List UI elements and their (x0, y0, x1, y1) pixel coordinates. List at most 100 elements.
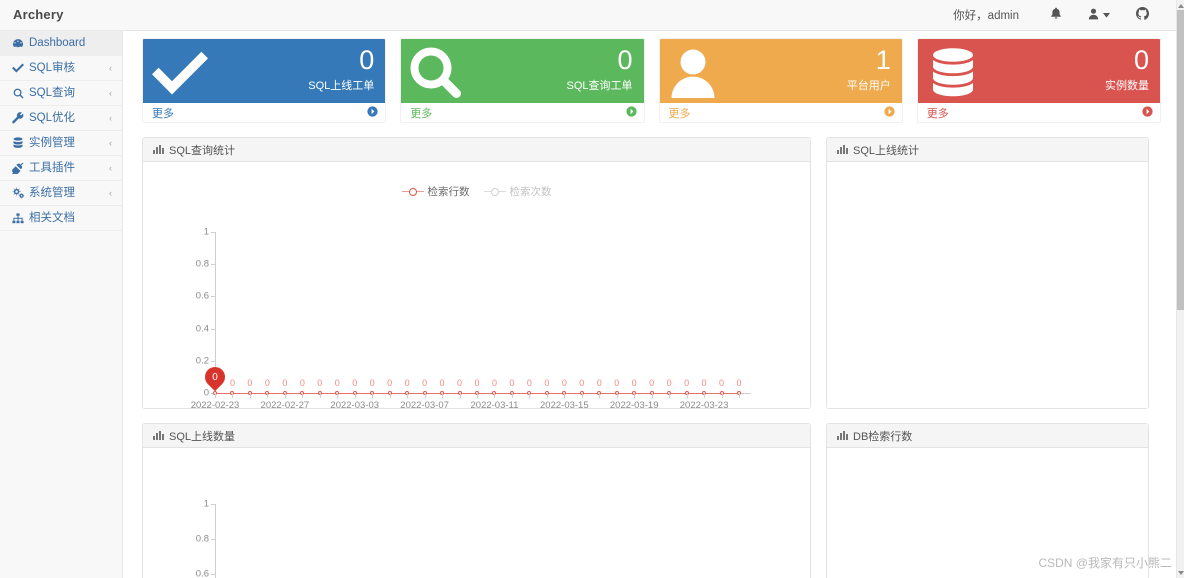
circle-arrow-right-icon[interactable] (367, 105, 378, 120)
bar-chart-icon (153, 431, 164, 440)
panel-sql-online-stats: SQL上线统计 (826, 137, 1149, 409)
page-scrollbar[interactable] (1176, 0, 1184, 578)
sidebar-item-nav5[interactable]: 工具插件 ‹ (0, 156, 122, 181)
x-tick-mark (739, 394, 740, 398)
caret-down-icon (1103, 9, 1110, 21)
stat-cards-row: 0 SQL上线工单 更多 0 SQL查询工单 更多 1 平台用户 更多 0 实例数量 更多 (123, 31, 1176, 123)
stat-card-3[interactable]: 1 平台用户 更多 (658, 38, 903, 123)
sidebar-item-label: SQL查询 (29, 86, 76, 99)
x-tick-mark (267, 394, 269, 398)
top-navbar: Archery 你好，admin (0, 0, 1176, 31)
x-tick-mark (442, 394, 444, 398)
y-axis-tick: 0.2 (195, 355, 209, 367)
circle-arrow-right-icon[interactable] (625, 105, 637, 120)
sql-query-stats-chart[interactable]: 检索行数 检索次数 0 0.2 0.4 0.6 0.8 1 0 0 0 0 0 0 0 0 0 0 0 0 0 0 0 0 0… (143, 162, 810, 411)
data-point-label: 0 (334, 378, 340, 388)
github-link[interactable] (1123, 0, 1162, 30)
sidebar-item-nav7[interactable]: 相关文档 (0, 206, 122, 231)
stat-card-4[interactable]: 0 实例数量更多 (916, 38, 1161, 123)
stat-card-1[interactable]: 0 SQL上线工单更多 (142, 38, 387, 123)
stat-card-footer[interactable]: 更多 (401, 103, 644, 122)
stat-card-2[interactable]: 0 SQL查询工单更多 (400, 38, 645, 123)
search-icon (410, 45, 472, 101)
sidebar-item-nav2[interactable]: SQL查询 ‹ (0, 81, 122, 106)
sql-online-count-chart[interactable]: 0.6 0.8 1 (143, 448, 810, 578)
sidebar-item-label: SQL优化 (29, 111, 76, 124)
x-tick-mark (564, 394, 566, 398)
y-tick-mark (211, 264, 215, 266)
panel-header: DB检索行数 (827, 424, 1148, 448)
stat-card-footer[interactable]: 更多 (659, 103, 902, 122)
y-axis-line (215, 504, 216, 578)
panel-title: DB检索行数 (853, 430, 913, 443)
more-link[interactable]: 更多 (152, 105, 174, 121)
data-point-label: 0 (404, 378, 410, 388)
panel-row-bottom: SQL上线数量 0.6 0.8 1 DB检索行数 (123, 409, 1176, 578)
stat-card-body: 0 SQL上线工单 (143, 39, 386, 103)
notifications-button[interactable] (1037, 0, 1075, 30)
y-axis-tick: 0.6 (195, 290, 209, 302)
database-icon (11, 137, 25, 149)
brand-logo[interactable]: Archery (0, 0, 123, 30)
x-tick-mark (232, 394, 234, 398)
scrollbar-thumb[interactable] (1177, 10, 1184, 310)
x-tick-mark (494, 394, 496, 398)
stat-card-values: 0 实例数量 (1105, 45, 1149, 93)
x-tick-mark (511, 394, 513, 398)
panel-title: SQL查询统计 (169, 144, 236, 157)
stat-card-footer[interactable]: 更多 (143, 103, 386, 122)
circle-arrow-right-icon[interactable] (1142, 105, 1153, 120)
user-menu-button[interactable] (1075, 0, 1123, 30)
sitemap-icon (11, 212, 25, 224)
chevron-left-icon: ‹ (109, 137, 112, 148)
stat-card-footer[interactable]: 更多 (917, 103, 1160, 122)
sidebar-item-label: 系统管理 (29, 186, 75, 199)
stat-card-value: 0 (617, 45, 633, 75)
data-point-label: 0 (526, 378, 532, 388)
x-tick-mark (337, 394, 339, 398)
chevron-left-icon: ‹ (109, 87, 112, 98)
more-link[interactable]: 更多 (669, 105, 691, 121)
more-link[interactable]: 更多 (927, 105, 949, 121)
chart-marker-pin[interactable]: 0 (200, 362, 230, 394)
sidebar-item-nav1[interactable]: SQL审核 ‹ (0, 56, 122, 81)
pin-label: 0 (212, 371, 218, 383)
y-tick-mark (211, 328, 215, 330)
data-point-label: 0 (596, 378, 602, 388)
sidebar-item-nav4[interactable]: 实例管理 ‹ (0, 131, 122, 156)
x-tick-mark (686, 394, 688, 398)
sidebar-item-nav6[interactable]: 系统管理 ‹ (0, 181, 122, 206)
chevron-left-icon: ‹ (109, 187, 112, 198)
search-icon (11, 88, 25, 99)
sidebar-item-nav3[interactable]: SQL优化 ‹ (0, 106, 122, 131)
y-tick-mark (211, 360, 215, 362)
scroll-down-arrow[interactable] (1177, 568, 1184, 577)
bar-chart-icon (837, 431, 848, 440)
sidebar-item-label: 工具插件 (29, 161, 75, 174)
user-icon (669, 45, 731, 101)
scroll-up-arrow[interactable] (1177, 1, 1184, 10)
more-link[interactable]: 更多 (410, 105, 432, 121)
data-point-label: 0 (666, 378, 672, 388)
y-axis-tick: 1 (203, 226, 209, 238)
x-tick-mark (407, 394, 409, 398)
x-tick-mark (215, 394, 216, 398)
stat-card-body: 0 实例数量 (917, 39, 1160, 103)
watermark-text: CSDN @我家有只小熊二 (1038, 556, 1172, 570)
y-axis-tick: 1 (203, 498, 209, 510)
bar-chart-icon (153, 145, 164, 154)
sql-online-stats-chart[interactable] (827, 162, 1148, 408)
y-tick-mark (211, 232, 215, 233)
stat-card-values: 0 SQL上线工单 (308, 45, 374, 93)
database-icon (927, 45, 989, 101)
x-tick-mark (459, 394, 461, 398)
panel-body (827, 162, 1148, 408)
x-axis-tick: 2022-02-23 (190, 400, 240, 411)
sidebar-item-dashboard[interactable]: Dashboard (0, 31, 122, 56)
circle-arrow-right-icon[interactable] (884, 105, 895, 120)
x-tick-mark (634, 394, 636, 398)
data-point-label: 0 (719, 378, 725, 388)
data-point-label: 0 (631, 378, 637, 388)
stat-card-label: SQL上线工单 (308, 80, 375, 92)
stat-card-label: SQL查询工单 (566, 80, 633, 92)
